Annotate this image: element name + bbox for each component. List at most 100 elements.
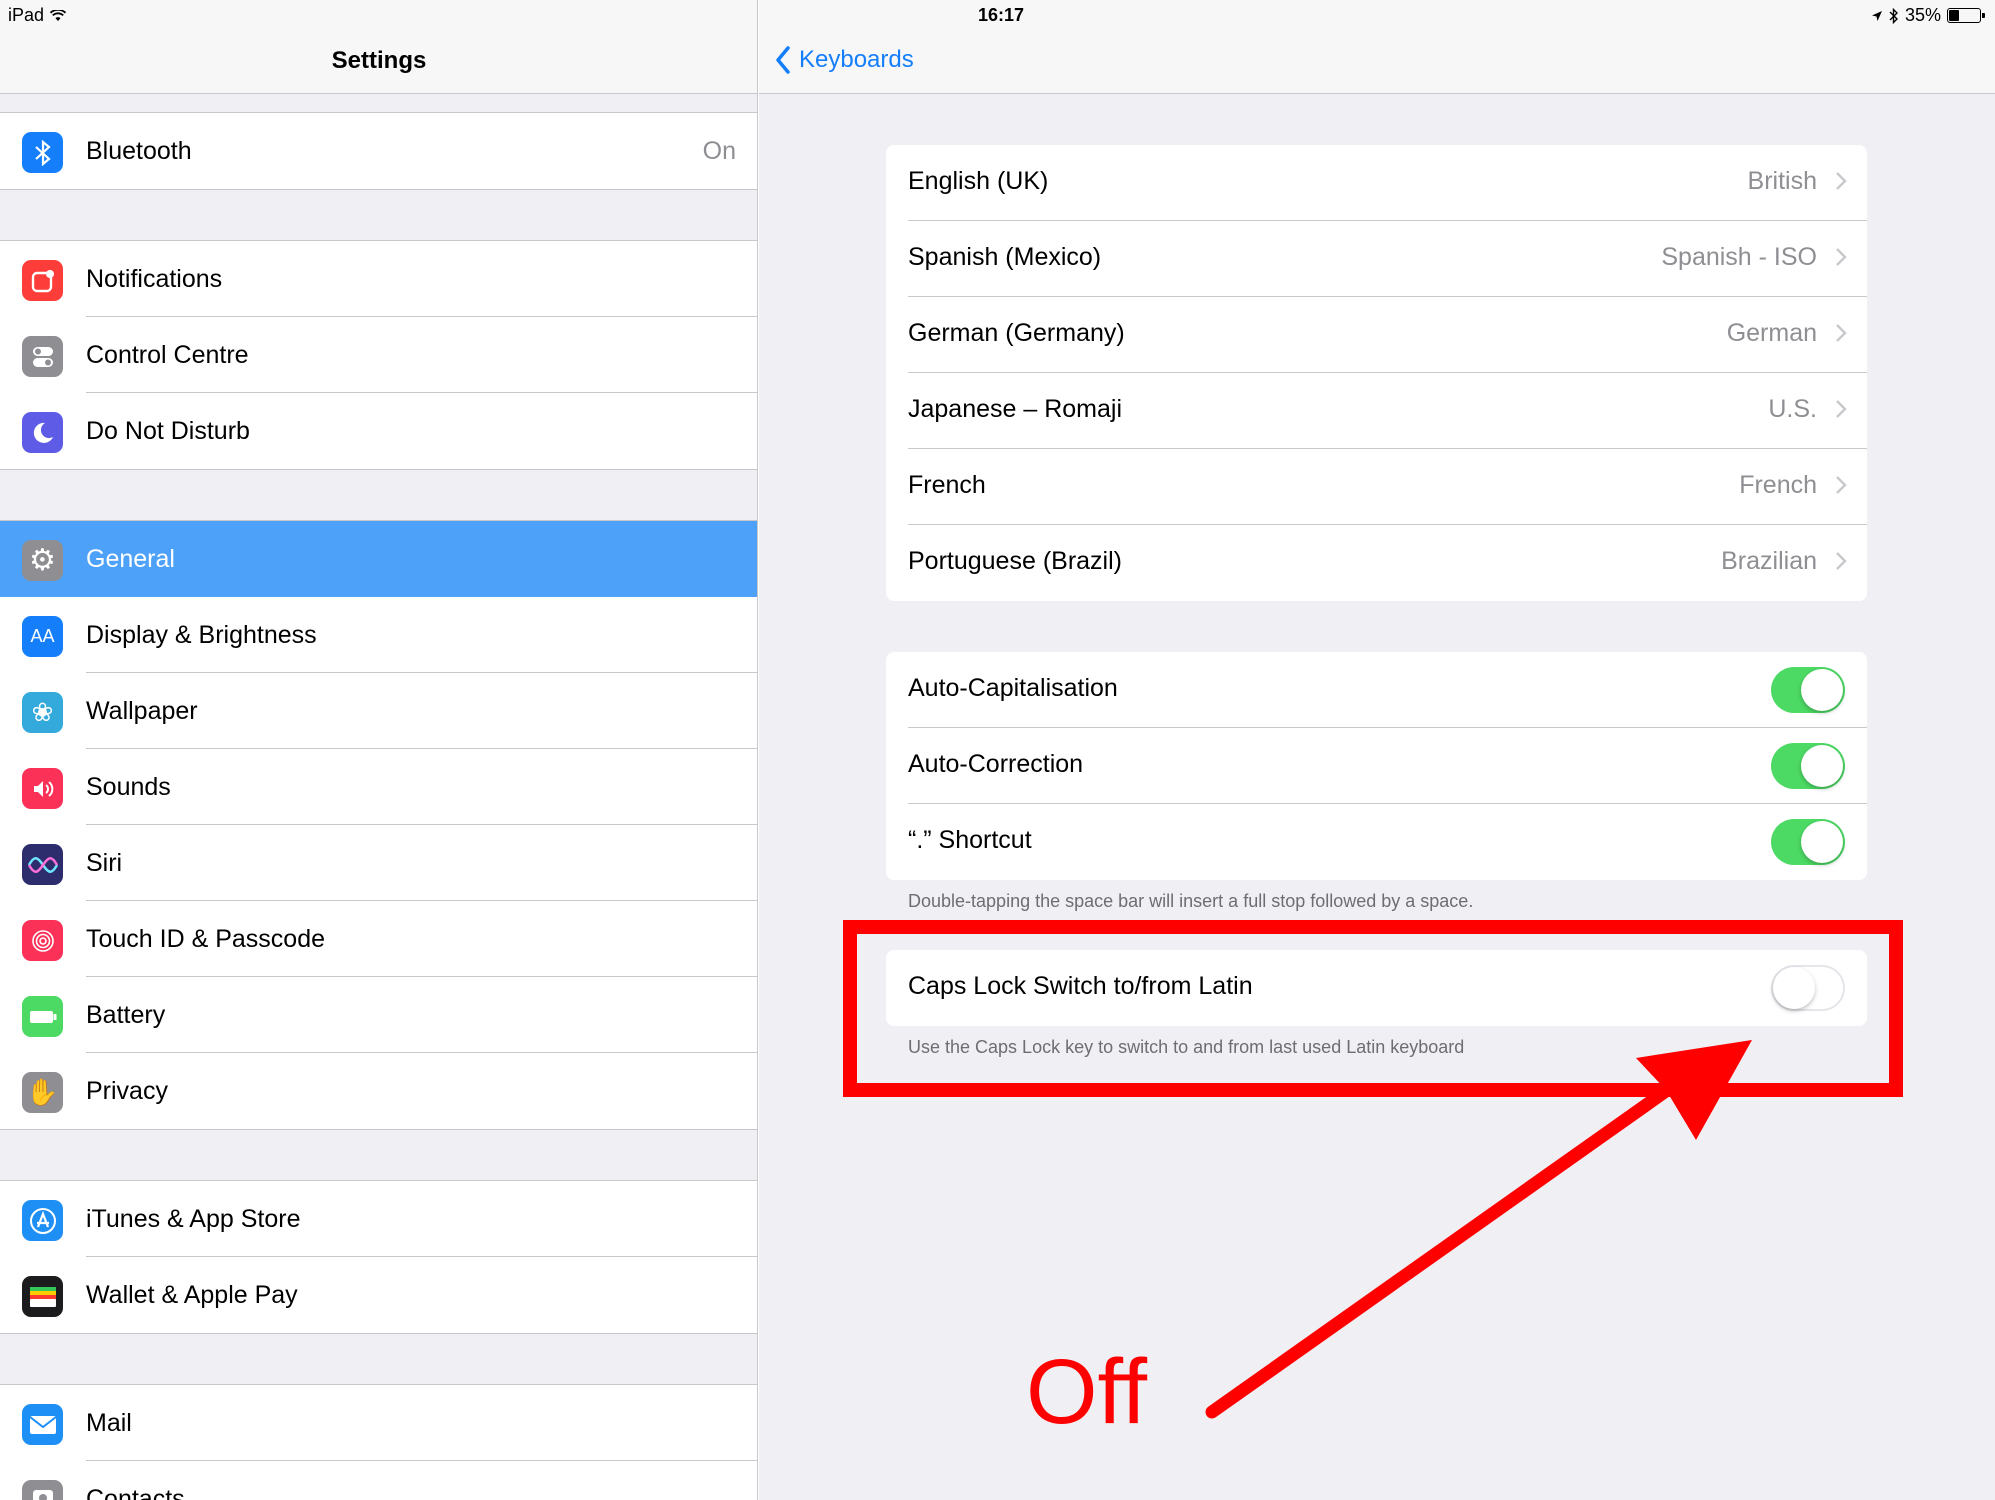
sidebar-item-gear[interactable]: ⚙ General (0, 521, 757, 597)
sidebar-item-siri[interactable]: Siri (0, 825, 757, 901)
settings-list[interactable]: Bluetooth On Notifications Control Centr… (0, 94, 757, 1500)
settings-group: iTunes & App Store Wallet & Apple Pay (0, 1180, 757, 1334)
status-time: 16:17 (978, 5, 1025, 25)
sidebar-item-label: Sounds (86, 772, 171, 801)
option-toggle[interactable] (1771, 819, 1845, 865)
chevron-right-icon (1836, 476, 1847, 494)
wifi-icon (50, 9, 67, 21)
sidebar-item-label: Mail (86, 1408, 132, 1437)
chevron-right-icon (1836, 552, 1847, 570)
settings-group: Mail Contacts (0, 1384, 757, 1500)
control-centre-icon (22, 336, 63, 377)
battery-percent: 35% (1904, 5, 1941, 25)
sidebar-item-label: Siri (86, 848, 123, 877)
moon-icon (22, 412, 63, 453)
keyboard-layout: German (1726, 319, 1817, 347)
chevron-left-icon (776, 46, 790, 74)
sidebar-item-label: Do Not Disturb (86, 416, 250, 445)
settings-group: ⚙ General AA Display & Brightness ❀ Wall… (0, 520, 757, 1130)
keyboard-options: Auto-Capitalisation Auto-Correction “.” … (886, 652, 1867, 880)
sidebar-item-bluetooth[interactable]: Bluetooth On (0, 113, 757, 189)
sidebar-item-app-store[interactable]: iTunes & App Store (0, 1181, 757, 1257)
keyboard-name: Japanese – Romaji (908, 395, 1123, 423)
device-name: iPad (8, 5, 45, 25)
notifications-icon (22, 260, 63, 301)
fingerprint-icon (22, 920, 63, 961)
keyboard-name: Portuguese (Brazil) (908, 547, 1122, 575)
wallpaper-icon: ❀ (22, 692, 63, 733)
sidebar-item-notifications[interactable]: Notifications (0, 241, 757, 317)
sidebar-item-speaker[interactable]: Sounds (0, 749, 757, 825)
keyboard-layout: Spanish - ISO (1661, 243, 1817, 271)
keyboard-name: Spanish (Mexico) (908, 243, 1102, 271)
keyboards-detail: Keyboards English (UK) British Spanish (… (759, 0, 1995, 1500)
status-left: iPad (8, 5, 67, 26)
status-bar: iPad 16:17 35% (0, 0, 1995, 30)
keyboard-name: French (908, 471, 986, 499)
option-toggle[interactable] (1771, 743, 1845, 789)
speaker-icon (22, 768, 63, 809)
toggle-knob (1801, 669, 1843, 711)
keyboard-row[interactable]: Japanese – Romaji U.S. (886, 373, 1867, 449)
bluetooth-icon (22, 132, 63, 173)
sidebar-item-label: Battery (86, 1000, 166, 1029)
battery-icon (22, 996, 63, 1037)
toggle-knob (1801, 745, 1843, 787)
chevron-right-icon (1836, 400, 1847, 418)
keyboard-layout: British (1747, 167, 1817, 195)
battery-status-icon (1947, 8, 1985, 23)
keyboard-name: English (UK) (908, 167, 1049, 195)
option-row[interactable]: Auto-Correction (886, 728, 1867, 804)
sidebar-item-wallet[interactable]: Wallet & Apple Pay (0, 1257, 757, 1333)
siri-icon (22, 844, 63, 885)
keyboard-row[interactable]: English (UK) British (886, 145, 1867, 221)
keyboard-row[interactable]: French French (886, 449, 1867, 525)
sidebar-item-label: Contacts (86, 1484, 185, 1500)
settings-group: Notifications Control Centre Do Not Dist… (0, 240, 757, 470)
keyboard-row[interactable]: German (Germany) German (886, 297, 1867, 373)
option-row[interactable]: “.” Shortcut (886, 804, 1867, 880)
chevron-right-icon (1836, 324, 1847, 342)
sidebar-item-fingerprint[interactable]: Touch ID & Passcode (0, 901, 757, 977)
sidebar-item-value: On (702, 136, 736, 165)
sidebar-item-label: Control Centre (86, 340, 249, 369)
gear-icon: ⚙ (22, 540, 63, 581)
keyboard-row[interactable]: Portuguese (Brazil) Brazilian (886, 525, 1867, 601)
annotation-highlight-box (843, 920, 1903, 1097)
back-button[interactable]: Keyboards (775, 46, 914, 74)
sidebar-item-label: Touch ID & Passcode (86, 924, 326, 953)
sidebar-item-label: Bluetooth (86, 136, 192, 165)
sidebar-item-mail[interactable]: Mail (0, 1385, 757, 1461)
sidebar-item-hand[interactable]: ✋ Privacy (0, 1053, 757, 1129)
sidebar-item-display[interactable]: AA Display & Brightness (0, 597, 757, 673)
keyboard-layout: French (1739, 471, 1817, 499)
sidebar-item-label: Wallet & Apple Pay (86, 1280, 298, 1309)
sidebar-item-label: Notifications (86, 264, 223, 293)
back-label: Keyboards (799, 46, 914, 73)
sidebar-item-battery[interactable]: Battery (0, 977, 757, 1053)
keyboards-list: English (UK) British Spanish (Mexico) Sp… (886, 145, 1867, 601)
option-label: Auto-Capitalisation (908, 674, 1118, 702)
option-toggle[interactable] (1771, 667, 1845, 713)
sidebar-item-label: Privacy (86, 1076, 168, 1105)
status-right: 35% (1871, 5, 1985, 26)
sidebar-item-wallpaper[interactable]: ❀ Wallpaper (0, 673, 757, 749)
sidebar-item-control-centre[interactable]: Control Centre (0, 317, 757, 393)
settings-group: Bluetooth On (0, 112, 757, 190)
option-row[interactable]: Auto-Capitalisation (886, 652, 1867, 728)
display-icon: AA (22, 616, 63, 657)
keyboard-row[interactable]: Spanish (Mexico) Spanish - ISO (886, 221, 1867, 297)
sidebar-item-contacts[interactable]: Contacts (0, 1461, 757, 1500)
sidebar-item-label: General (86, 544, 175, 573)
mail-icon (22, 1404, 63, 1445)
annotation-off-label: Off (1026, 1341, 1148, 1443)
sidebar-item-label: iTunes & App Store (86, 1204, 301, 1233)
contacts-icon (22, 1480, 63, 1500)
option-label: Auto-Correction (908, 750, 1084, 778)
sidebar-item-moon[interactable]: Do Not Disturb (0, 393, 757, 469)
